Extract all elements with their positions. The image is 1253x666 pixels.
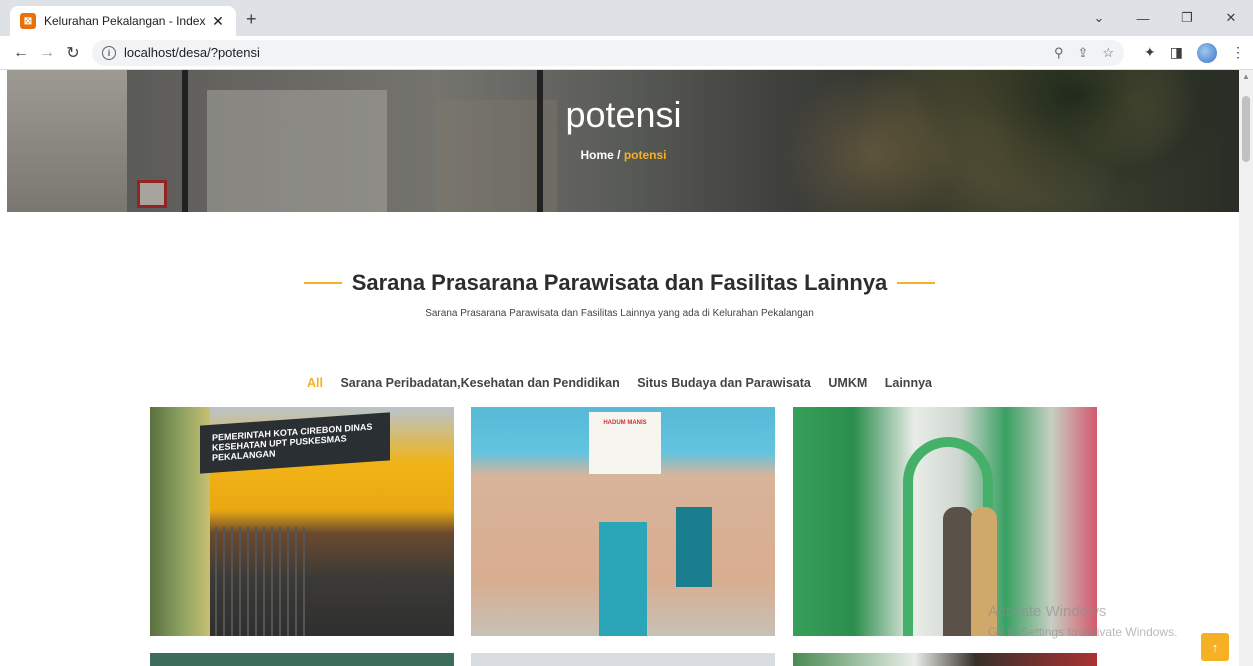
- title-divider: [897, 282, 936, 284]
- hero-banner: potensi Home / potensi: [7, 70, 1240, 212]
- portfolio-filters: All Sarana Peribadatan,Kesehatan dan Pen…: [0, 376, 1239, 390]
- section-title: Sarana Prasarana Parawisata dan Fasilita…: [294, 270, 946, 296]
- arrow-up-icon: ↑: [1211, 639, 1219, 655]
- tab-title: Kelurahan Pekalangan - Index: [44, 14, 206, 28]
- filter-peribadatan[interactable]: Sarana Peribadatan,Kesehatan dan Pendidi…: [340, 376, 619, 390]
- section-subtitle: Sarana Prasarana Parawisata dan Fasilita…: [425, 308, 814, 319]
- close-tab-icon[interactable]: ✕: [210, 13, 226, 30]
- page-scrollbar[interactable]: ▲: [1239, 70, 1253, 666]
- browser-tabbar: ⊠ Kelurahan Pekalangan - Index ✕ + ⌄ — ❐…: [0, 0, 1253, 36]
- forward-icon[interactable]: →: [34, 44, 60, 62]
- page-viewport: potensi Home / potensi Sarana Prasarana …: [0, 70, 1253, 666]
- card-signboard: HADUM MANIS: [589, 412, 661, 474]
- watermark-line2: Go to Settings to activate Windows.: [988, 625, 1178, 639]
- card-window: [676, 507, 712, 587]
- portfolio-card-puskesmas[interactable]: PEMERINTAH KOTA CIREBON DINAS KESEHATAN …: [150, 407, 454, 636]
- new-tab-icon[interactable]: +: [246, 9, 257, 30]
- page-title: potensi: [565, 94, 682, 135]
- extensions-puzzle-icon[interactable]: ✦: [1144, 44, 1156, 61]
- portfolio-card[interactable]: [150, 653, 454, 666]
- restore-icon[interactable]: ❐: [1165, 10, 1209, 26]
- window-controls: ⌄ — ❐ ✕: [1077, 0, 1253, 36]
- title-divider: [303, 282, 342, 284]
- back-icon[interactable]: ←: [8, 44, 34, 62]
- portfolio-card[interactable]: [793, 653, 1097, 666]
- url-text[interactable]: localhost/desa/?potensi: [124, 45, 1040, 60]
- side-panel-icon[interactable]: ◨: [1170, 44, 1183, 61]
- filter-all[interactable]: All: [307, 376, 323, 390]
- breadcrumb-current: potensi: [623, 148, 667, 162]
- back-to-top-button[interactable]: ↑: [1201, 633, 1229, 661]
- close-window-icon[interactable]: ✕: [1209, 10, 1253, 26]
- browser-tab[interactable]: ⊠ Kelurahan Pekalangan - Index ✕: [10, 6, 236, 36]
- filter-situs-budaya[interactable]: Situs Budaya dan Parawisata: [637, 376, 811, 390]
- bookmark-star-icon[interactable]: ☆: [1102, 45, 1114, 61]
- zoom-icon[interactable]: ⚲: [1054, 45, 1064, 61]
- card-signboard: PEMERINTAH KOTA CIREBON DINAS KESEHATAN …: [200, 412, 390, 474]
- xampp-favicon-icon: ⊠: [20, 13, 36, 29]
- address-bar: ← → ↻ i localhost/desa/?potensi ⚲ ⇪ ☆ ✦ …: [0, 36, 1253, 70]
- hero-overlay: [7, 70, 1240, 212]
- chevron-down-icon[interactable]: ⌄: [1077, 10, 1121, 26]
- portfolio-card[interactable]: [471, 653, 775, 666]
- card-person: [943, 507, 973, 636]
- breadcrumb-separator: /: [617, 148, 621, 162]
- reload-icon[interactable]: ↻: [60, 43, 86, 63]
- scrollbar-thumb[interactable]: [1242, 96, 1250, 162]
- url-field[interactable]: i localhost/desa/?potensi ⚲ ⇪ ☆: [92, 39, 1125, 66]
- card-gate: [215, 527, 305, 636]
- toolbar-icons: ✦ ◨ ⋮: [1130, 42, 1245, 63]
- scroll-up-icon[interactable]: ▲: [1242, 72, 1250, 81]
- menu-dots-icon[interactable]: ⋮: [1231, 44, 1245, 61]
- section-title-text: Sarana Prasarana Parawisata dan Fasilita…: [351, 270, 888, 295]
- breadcrumb: Home / potensi: [7, 148, 1240, 162]
- filter-lainnya[interactable]: Lainnya: [885, 376, 932, 390]
- profile-avatar[interactable]: [1197, 42, 1217, 63]
- breadcrumb-home[interactable]: Home: [580, 148, 613, 162]
- info-icon[interactable]: i: [102, 45, 116, 60]
- filter-umkm[interactable]: UMKM: [828, 376, 867, 390]
- share-icon[interactable]: ⇪: [1077, 45, 1088, 61]
- windows-activation-watermark: Activate Windows Go to Settings to activ…: [988, 602, 1177, 642]
- watermark-line1: Activate Windows: [988, 603, 1107, 620]
- minimize-icon[interactable]: —: [1121, 11, 1165, 26]
- portfolio-card-house[interactable]: HADUM MANIS: [471, 407, 775, 636]
- card-door: [599, 522, 647, 636]
- section-header: Sarana Prasarana Parawisata dan Fasilita…: [0, 270, 1239, 319]
